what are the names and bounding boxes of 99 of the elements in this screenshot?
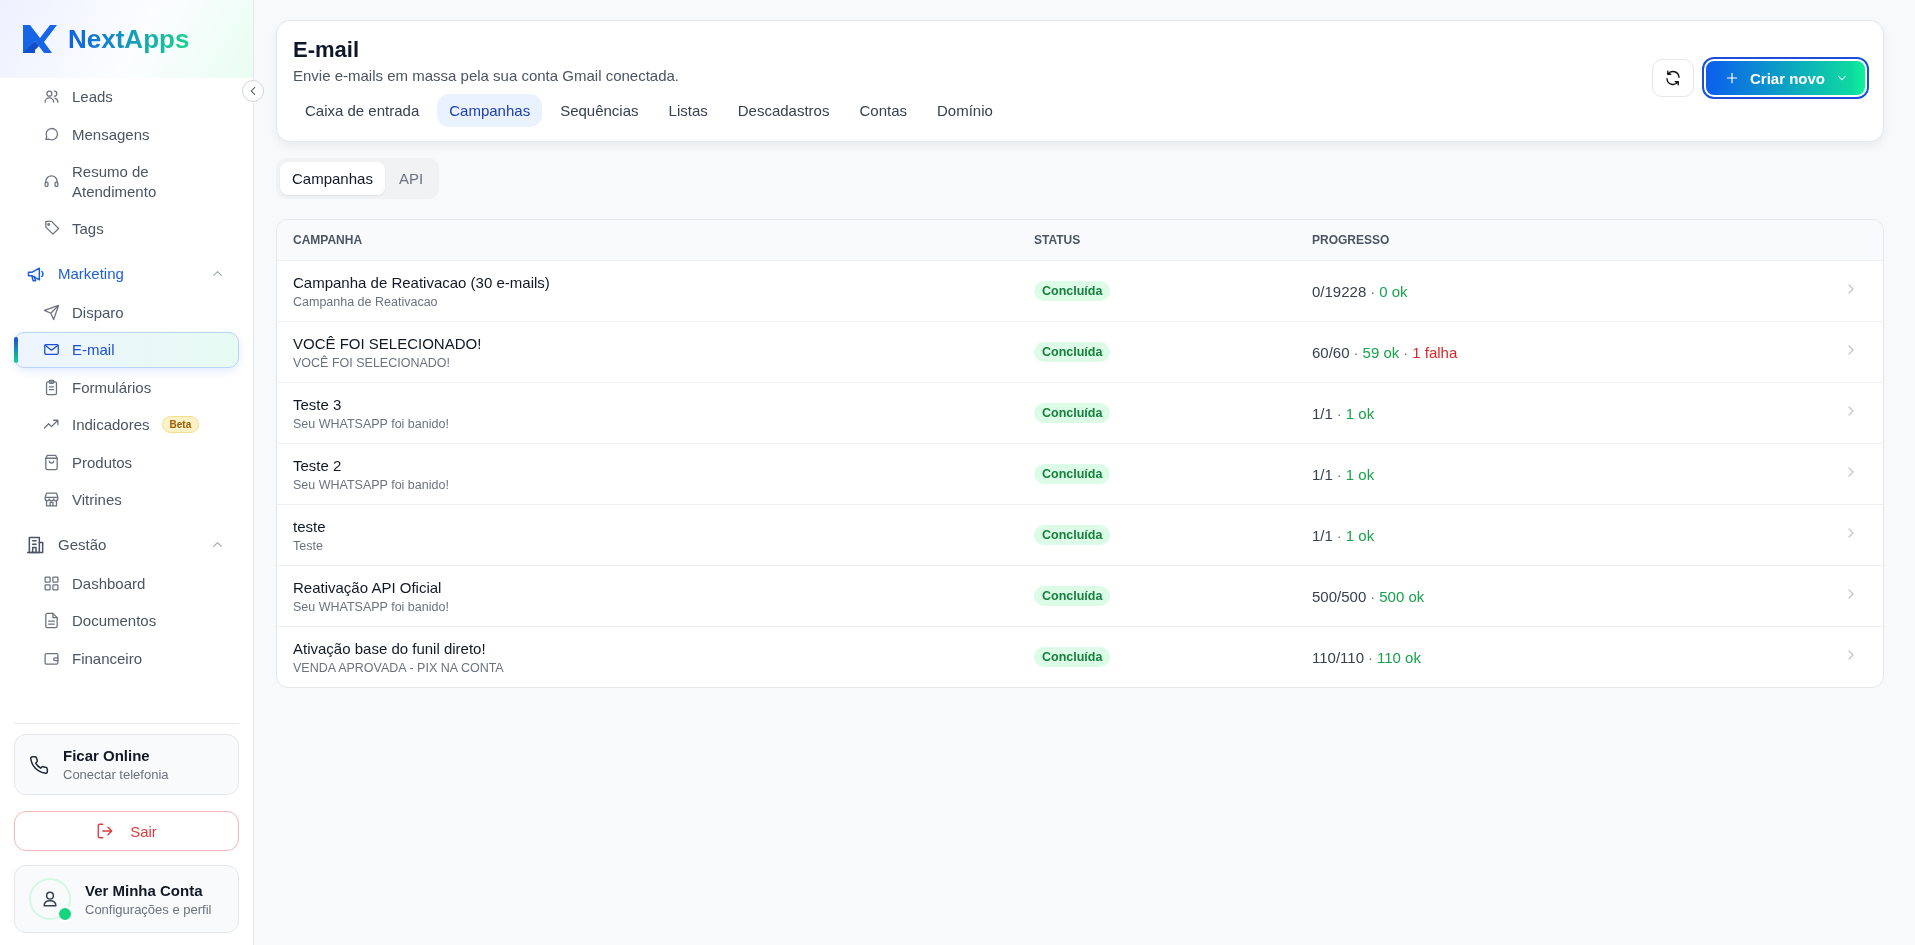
campaign-subject: Seu WHATSAPP foi banido! [293,477,450,492]
campaign-name: Teste 3 [293,395,343,413]
status-badge: Concluída [1034,586,1111,606]
campaign-name: Teste 2 [293,456,343,474]
phone-icon [29,754,49,775]
users-icon [43,88,60,106]
progress-count: 0/19228 [1312,282,1367,300]
tab[interactable]: Caixa de entrada [293,94,432,127]
campaign-subject: Seu WHATSAPP foi banido! [293,599,450,614]
logo-icon [22,24,58,54]
success-count: 110 ok [1377,648,1421,666]
account-card[interactable]: Ver Minha Conta Configurações e perfil [14,865,239,933]
progress-count: 110/110 [1312,648,1364,666]
document-icon [43,612,60,630]
sidebar-item[interactable]: Dashboard [14,565,239,601]
sidebar-item[interactable]: Formulários [14,369,239,405]
progress-count: 60/60 [1312,343,1350,361]
success-count: 1 ok [1345,526,1375,544]
campaign-subject: VENDA APROVADA - PIX NA CONTA [293,660,505,675]
failure-count: 1 falha [1412,343,1458,361]
sidebar-item[interactable]: Leads [14,79,239,115]
separator: · [1336,526,1342,544]
card-title: Ficar Online [63,747,151,764]
campaign-name: VOCÊ FOI SELECIONADO! [293,334,483,352]
beta-badge: Beta [161,416,200,434]
sidebar-item[interactable]: Resumo de Atendimento [14,154,239,209]
progress-count: 500/500 [1312,587,1367,605]
tab[interactable]: Sequências [548,94,651,127]
success-count: 1 ok [1345,404,1375,422]
clipboard-icon [43,378,60,396]
sidebar-item[interactable]: Mensagens [14,116,239,152]
tab[interactable]: Campanhas [437,94,543,127]
user-icon [40,889,60,909]
card-subtitle: Conectar telefonia [63,767,169,782]
separator: · [1336,465,1342,483]
campaign-name: teste [293,517,327,535]
store-icon [43,491,60,509]
grid-icon [43,574,60,592]
campaign-subject: Campanha de Reativacao [293,294,439,309]
plus-icon [1724,70,1740,86]
status-badge: Concluída [1034,403,1111,423]
status-badge: Concluída [1034,342,1111,362]
status-badge: Concluída [1034,525,1111,545]
sidebar-item[interactable]: Documentos [14,603,239,639]
column-header: CAMPANHA [292,233,364,247]
separator: · [1368,648,1373,666]
sidebar-section[interactable]: Marketing [14,253,239,294]
separator: · [1370,587,1376,605]
separator: · [1370,282,1376,300]
tab[interactable]: Listas [656,94,720,127]
separator: · [1336,404,1342,422]
status-badge: Concluída [1034,281,1111,301]
progress-count: 1/1 [1312,526,1333,544]
building-icon [26,534,46,555]
status-badge: Concluída [1034,464,1111,484]
tab[interactable]: Contas [847,94,919,127]
page-title: E-mail [293,37,361,63]
sidebar-section[interactable]: Gestão [14,524,239,565]
progress-count: 1/1 [1312,465,1333,483]
chat-bubble-icon [43,125,60,143]
card-title: Ver Minha Conta [85,881,204,899]
success-count: 1 ok [1345,465,1375,483]
campaign-name: Ativação base do funil direto! [293,639,487,657]
separator: · [1353,343,1359,361]
card-subtitle: Configurações e perfil [85,901,212,917]
progress-count: 1/1 [1312,404,1333,422]
tab[interactable]: Descadastros [725,94,842,127]
sidebar-item[interactable]: Financeiro [14,640,239,676]
campaign-subject: VOCÊ FOI SELECIONADO! [293,355,451,370]
page-subtitle: Envie e-mails em massa pela sua conta Gmail conectada. [293,67,680,84]
success-count: 59 ok [1362,343,1400,361]
refresh-button[interactable] [1652,59,1694,97]
refresh-icon [1664,69,1682,87]
sidebar-item[interactable]: Indicadores Beta [14,407,239,443]
column-header: PROGRESSO [1312,233,1391,247]
sidebar-item[interactable]: Disparo [14,294,239,330]
tab[interactable]: Domínio [925,94,1005,127]
success-count: 500 ok [1379,587,1425,605]
logout-button[interactable]: Sair [14,811,239,851]
column-header: STATUS [1034,233,1082,247]
tag-icon [43,220,60,238]
headset-icon [43,173,60,190]
success-count: 0 ok [1379,282,1408,300]
sidebar-item[interactable]: Vitrines [14,482,239,518]
sidebar-item[interactable]: Tags [14,211,239,247]
online-card[interactable]: Ficar Online Conectar telefonia [14,734,239,795]
campaign-subject: Seu WHATSAPP foi banido! [293,416,450,431]
sidebar-item[interactable]: E-mail [14,332,239,368]
campaign-subject: Teste [293,538,324,553]
separator: · [1403,343,1409,361]
subtab[interactable]: Campanhas [280,162,385,195]
bag-icon [43,453,60,471]
campaign-name: Campanha de Reativacao (30 e-mails) [293,273,551,291]
send-icon [43,303,60,321]
sidebar-item[interactable]: Produtos [14,444,239,480]
campaign-name: Reativação API Oficial [293,578,443,596]
status-badge: Concluída [1034,647,1111,667]
subtab[interactable]: API [386,162,436,195]
logout-icon [96,822,115,840]
